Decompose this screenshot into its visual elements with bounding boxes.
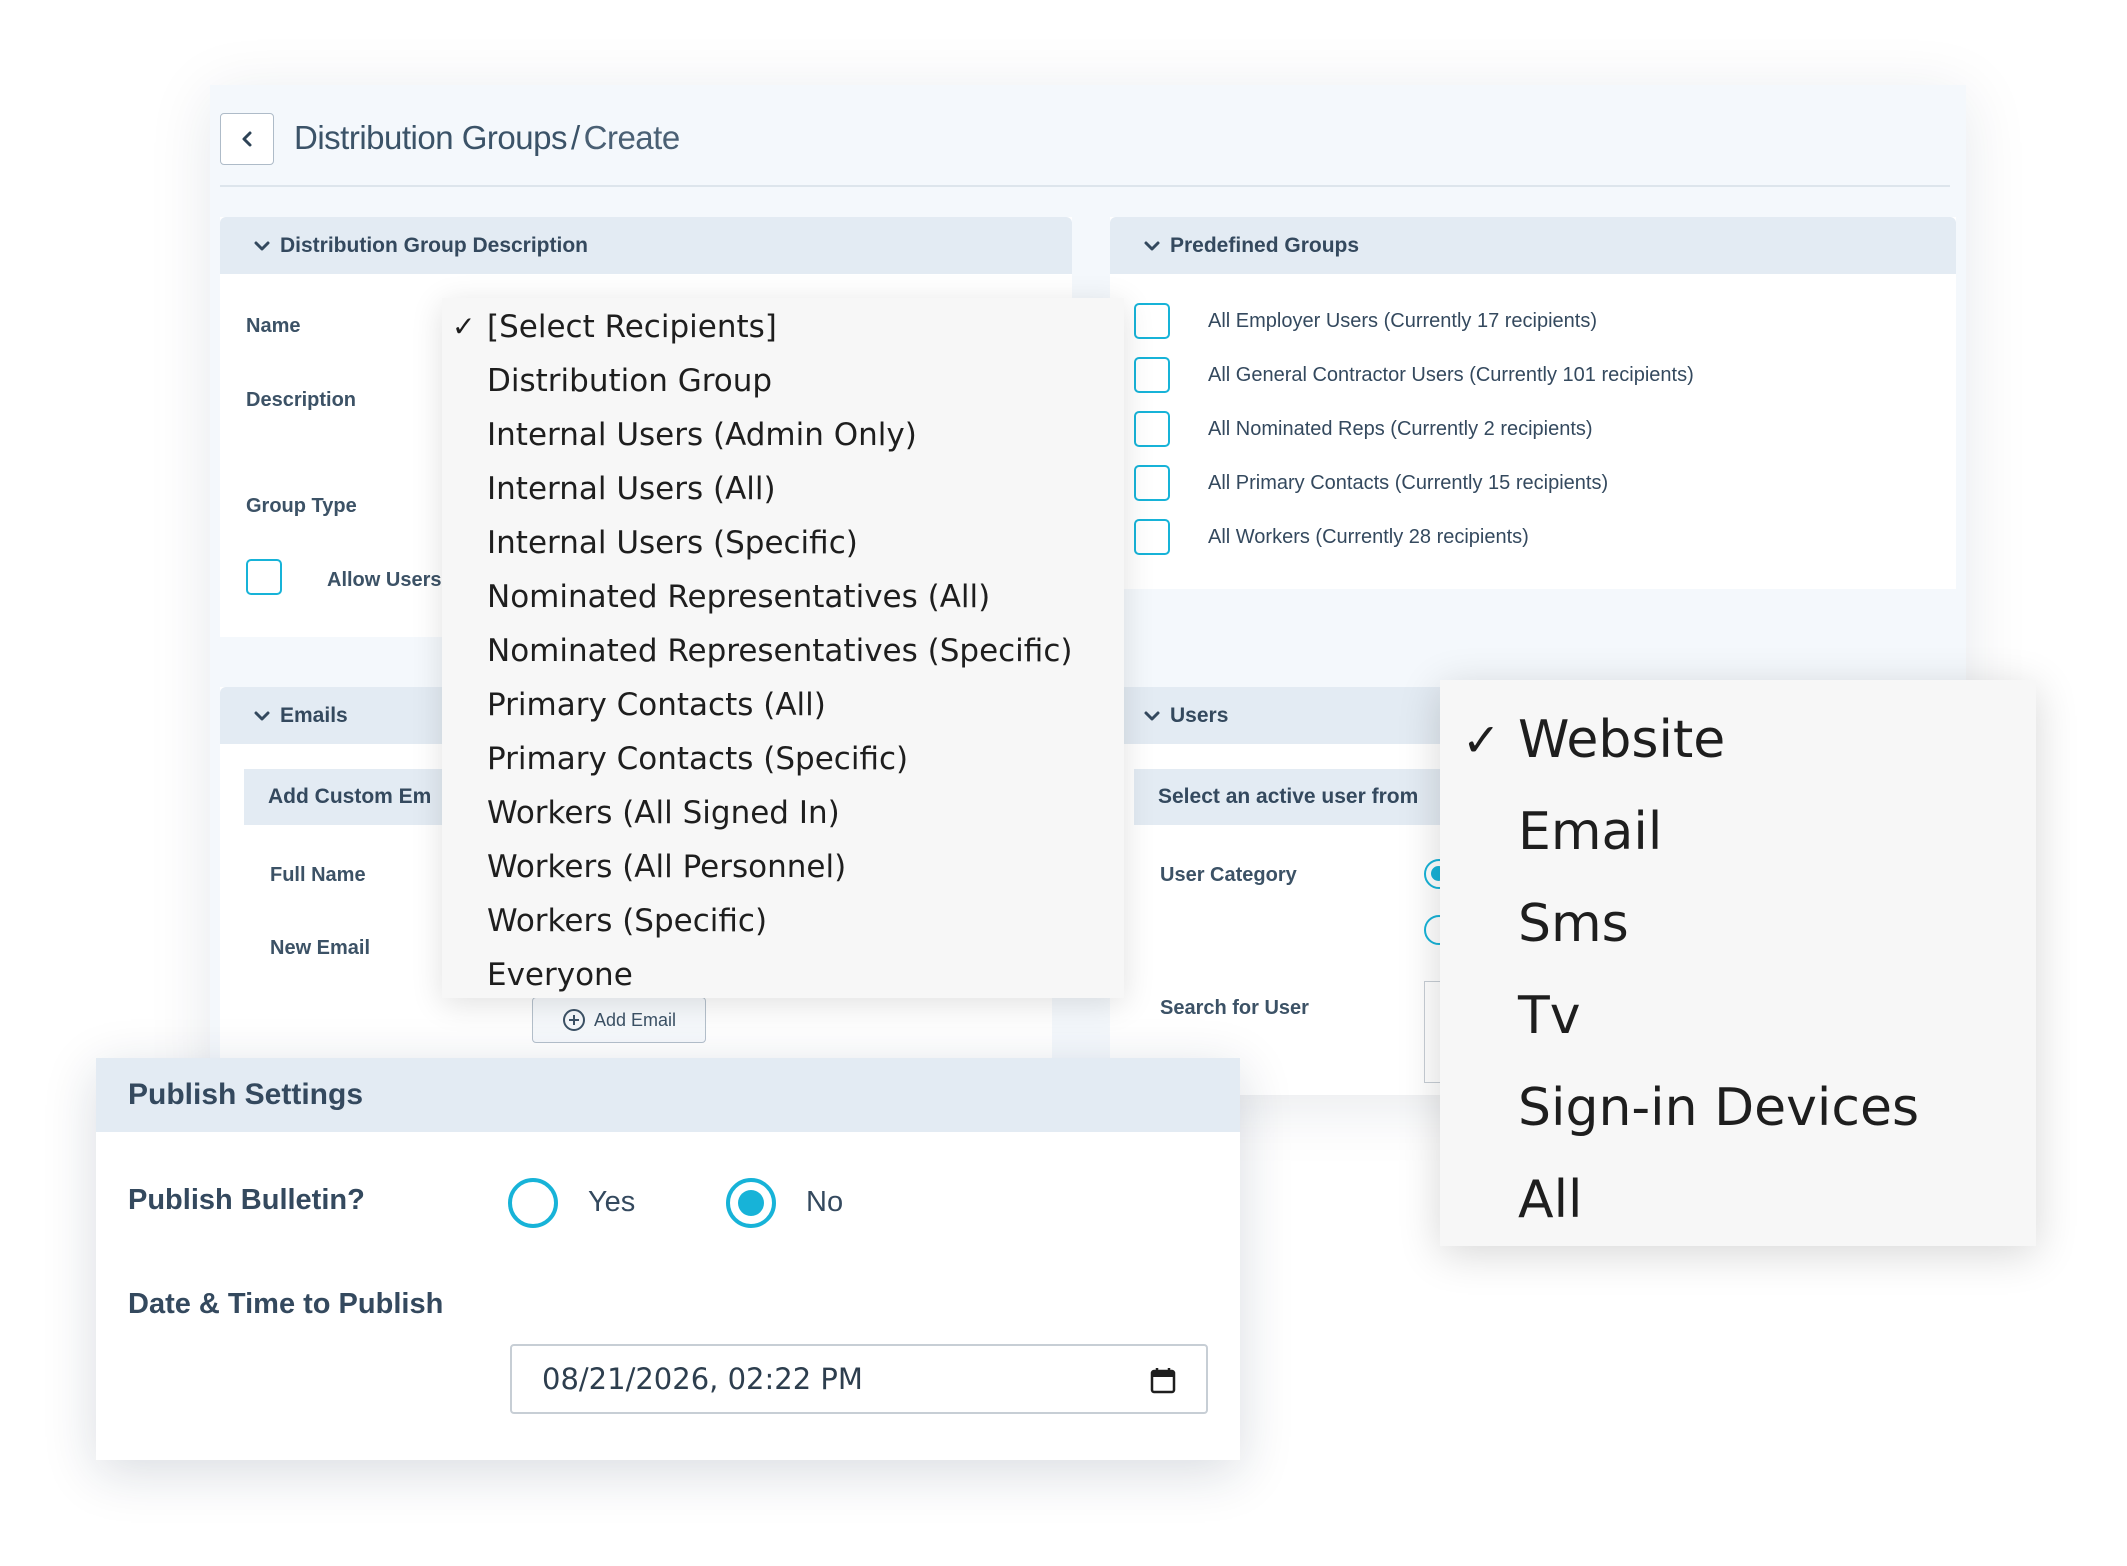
- dropdown-option-internal-all[interactable]: Internal Users (All): [442, 462, 1124, 516]
- dropdown-option-primary-specific[interactable]: Primary Contacts (Specific): [442, 732, 1124, 786]
- option-label: Sign-in Devices: [1518, 1078, 1920, 1138]
- back-button[interactable]: [220, 113, 274, 165]
- option-label: Internal Users (All): [487, 471, 776, 507]
- name-label: Name: [246, 315, 301, 337]
- dropdown-option-workers-signed-in[interactable]: Workers (All Signed In): [442, 786, 1124, 840]
- chevron-left-icon: [242, 131, 252, 147]
- description-label: Description: [246, 389, 357, 411]
- dropdown-option-everyone[interactable]: Everyone: [442, 948, 1124, 1002]
- dropdown-option-internal-admin[interactable]: Internal Users (Admin Only): [442, 408, 1124, 462]
- group-type-label: Group Type: [246, 495, 357, 517]
- option-label: [Select Recipients]: [487, 309, 777, 345]
- checkmark-icon: ✓: [452, 310, 476, 343]
- chevron-down-icon: [254, 711, 270, 720]
- option-label: Website: [1518, 710, 1726, 770]
- publish-settings-panel: Publish Settings Publish Bulletin? Yes N…: [96, 1058, 1240, 1460]
- predefined-group-checkbox-contractor[interactable]: [1134, 357, 1170, 393]
- option-label: Primary Contacts (All): [487, 687, 826, 723]
- option-label: Tv: [1518, 986, 1581, 1046]
- dropdown-option-select-recipients[interactable]: ✓ [Select Recipients]: [442, 300, 1124, 354]
- publish-bulletin-label: Publish Bulletin?: [128, 1184, 365, 1216]
- dropdown-option-workers-personnel[interactable]: Workers (All Personnel): [442, 840, 1124, 894]
- option-label: Nominated Representatives (All): [487, 579, 991, 615]
- predefined-group-label-contractor: All General Contractor Users (Currently …: [1208, 364, 1694, 386]
- predefined-group-checkbox-workers[interactable]: [1134, 519, 1170, 555]
- predefined-groups-panel: Predefined Groups All Employer Users (Cu…: [1110, 217, 1956, 589]
- dropdown-option-nominated-all[interactable]: Nominated Representatives (All): [442, 570, 1124, 624]
- channel-option-all[interactable]: All: [1440, 1154, 2036, 1246]
- option-label: Workers (Specific): [487, 903, 768, 939]
- new-email-label: New Email: [270, 937, 371, 959]
- chevron-down-icon: [1144, 241, 1160, 250]
- publish-datetime-input[interactable]: 08/21/2026, 02:22 PM: [510, 1344, 1208, 1414]
- search-user-label: Search for User: [1160, 997, 1309, 1019]
- option-label: Workers (All Signed In): [487, 795, 840, 831]
- dropdown-option-nominated-specific[interactable]: Nominated Representatives (Specific): [442, 624, 1124, 678]
- predefined-groups-title: Predefined Groups: [1170, 233, 1360, 257]
- users-panel-title: Users: [1170, 703, 1229, 727]
- channel-option-email[interactable]: Email: [1440, 786, 2036, 878]
- publish-settings-header: Publish Settings: [96, 1058, 1240, 1132]
- option-label: Email: [1518, 802, 1663, 862]
- plus-circle-icon: [562, 1009, 585, 1031]
- add-email-button[interactable]: Add Email: [532, 997, 706, 1043]
- option-label: Workers (All Personnel): [487, 849, 847, 885]
- dropdown-option-workers-specific[interactable]: Workers (Specific): [442, 894, 1124, 948]
- publish-yes-radio[interactable]: [508, 1178, 558, 1228]
- page-title: Distribution Groups / Create: [294, 119, 680, 157]
- dropdown-option-primary-all[interactable]: Primary Contacts (All): [442, 678, 1124, 732]
- option-label: Nominated Representatives (Specific): [487, 633, 1073, 669]
- publish-no-radio[interactable]: [726, 1178, 776, 1228]
- predefined-group-label-workers: All Workers (Currently 28 recipients): [1208, 526, 1529, 548]
- dropdown-option-internal-specific[interactable]: Internal Users (Specific): [442, 516, 1124, 570]
- channel-option-tv[interactable]: Tv: [1440, 970, 2036, 1062]
- option-label: All: [1518, 1170, 1583, 1230]
- predefined-group-checkbox-reps[interactable]: [1134, 411, 1170, 447]
- allow-users-checkbox[interactable]: [246, 559, 282, 595]
- option-label: Distribution Group: [487, 363, 773, 399]
- add-email-label: Add Email: [593, 1009, 677, 1030]
- allow-users-label: Allow Users: [327, 569, 442, 591]
- predefined-groups-header[interactable]: Predefined Groups: [1110, 217, 1956, 274]
- breadcrumb-current: Create: [583, 119, 681, 156]
- description-panel-title: Distribution Group Description: [280, 233, 588, 257]
- chevron-down-icon: [254, 241, 270, 250]
- predefined-group-checkbox-primary[interactable]: [1134, 465, 1170, 501]
- channel-dropdown[interactable]: ✓ Website Email Sms Tv Sign-in Devices Al…: [1440, 680, 2036, 1246]
- channel-option-sms[interactable]: Sms: [1440, 878, 2036, 970]
- channel-option-website[interactable]: ✓ Website: [1440, 694, 2036, 786]
- emails-panel-title: Emails: [280, 703, 348, 727]
- option-label: Primary Contacts (Specific): [487, 741, 909, 777]
- option-label: Internal Users (Specific): [487, 525, 858, 561]
- publish-no-label[interactable]: No: [806, 1186, 843, 1219]
- channel-option-sign-in-devices[interactable]: Sign-in Devices: [1440, 1062, 2036, 1154]
- predefined-group-checkbox-employer[interactable]: [1134, 303, 1170, 339]
- option-label: Sms: [1518, 894, 1629, 954]
- dropdown-option-distribution-group[interactable]: Distribution Group: [442, 354, 1124, 408]
- predefined-group-label-primary: All Primary Contacts (Currently 15 recip…: [1208, 472, 1609, 494]
- option-label: Internal Users (Admin Only): [487, 417, 917, 453]
- title-divider: [220, 185, 1950, 187]
- publish-yes-label[interactable]: Yes: [588, 1186, 635, 1219]
- breadcrumb-separator: /: [570, 119, 580, 156]
- predefined-group-label-employer: All Employer Users (Currently 17 recipie…: [1208, 310, 1598, 332]
- publish-settings-title: Publish Settings: [128, 1078, 364, 1111]
- chevron-down-icon: [1144, 711, 1160, 720]
- publish-datetime-label: Date & Time to Publish: [128, 1288, 444, 1320]
- breadcrumb-root[interactable]: Distribution Groups: [294, 119, 567, 156]
- checkmark-icon: ✓: [1462, 713, 1501, 767]
- full-name-label: Full Name: [270, 864, 366, 886]
- predefined-group-label-reps: All Nominated Reps (Currently 2 recipien…: [1208, 418, 1593, 440]
- recipient-type-dropdown[interactable]: ✓ [Select Recipients] Distribution Group …: [442, 298, 1124, 998]
- option-label: Everyone: [487, 957, 633, 993]
- calendar-icon[interactable]: [1150, 1366, 1176, 1394]
- description-panel-header[interactable]: Distribution Group Description: [220, 217, 1072, 274]
- publish-datetime-value: 08/21/2026, 02:22 PM: [542, 1362, 863, 1396]
- user-category-label: User Category: [1160, 864, 1297, 886]
